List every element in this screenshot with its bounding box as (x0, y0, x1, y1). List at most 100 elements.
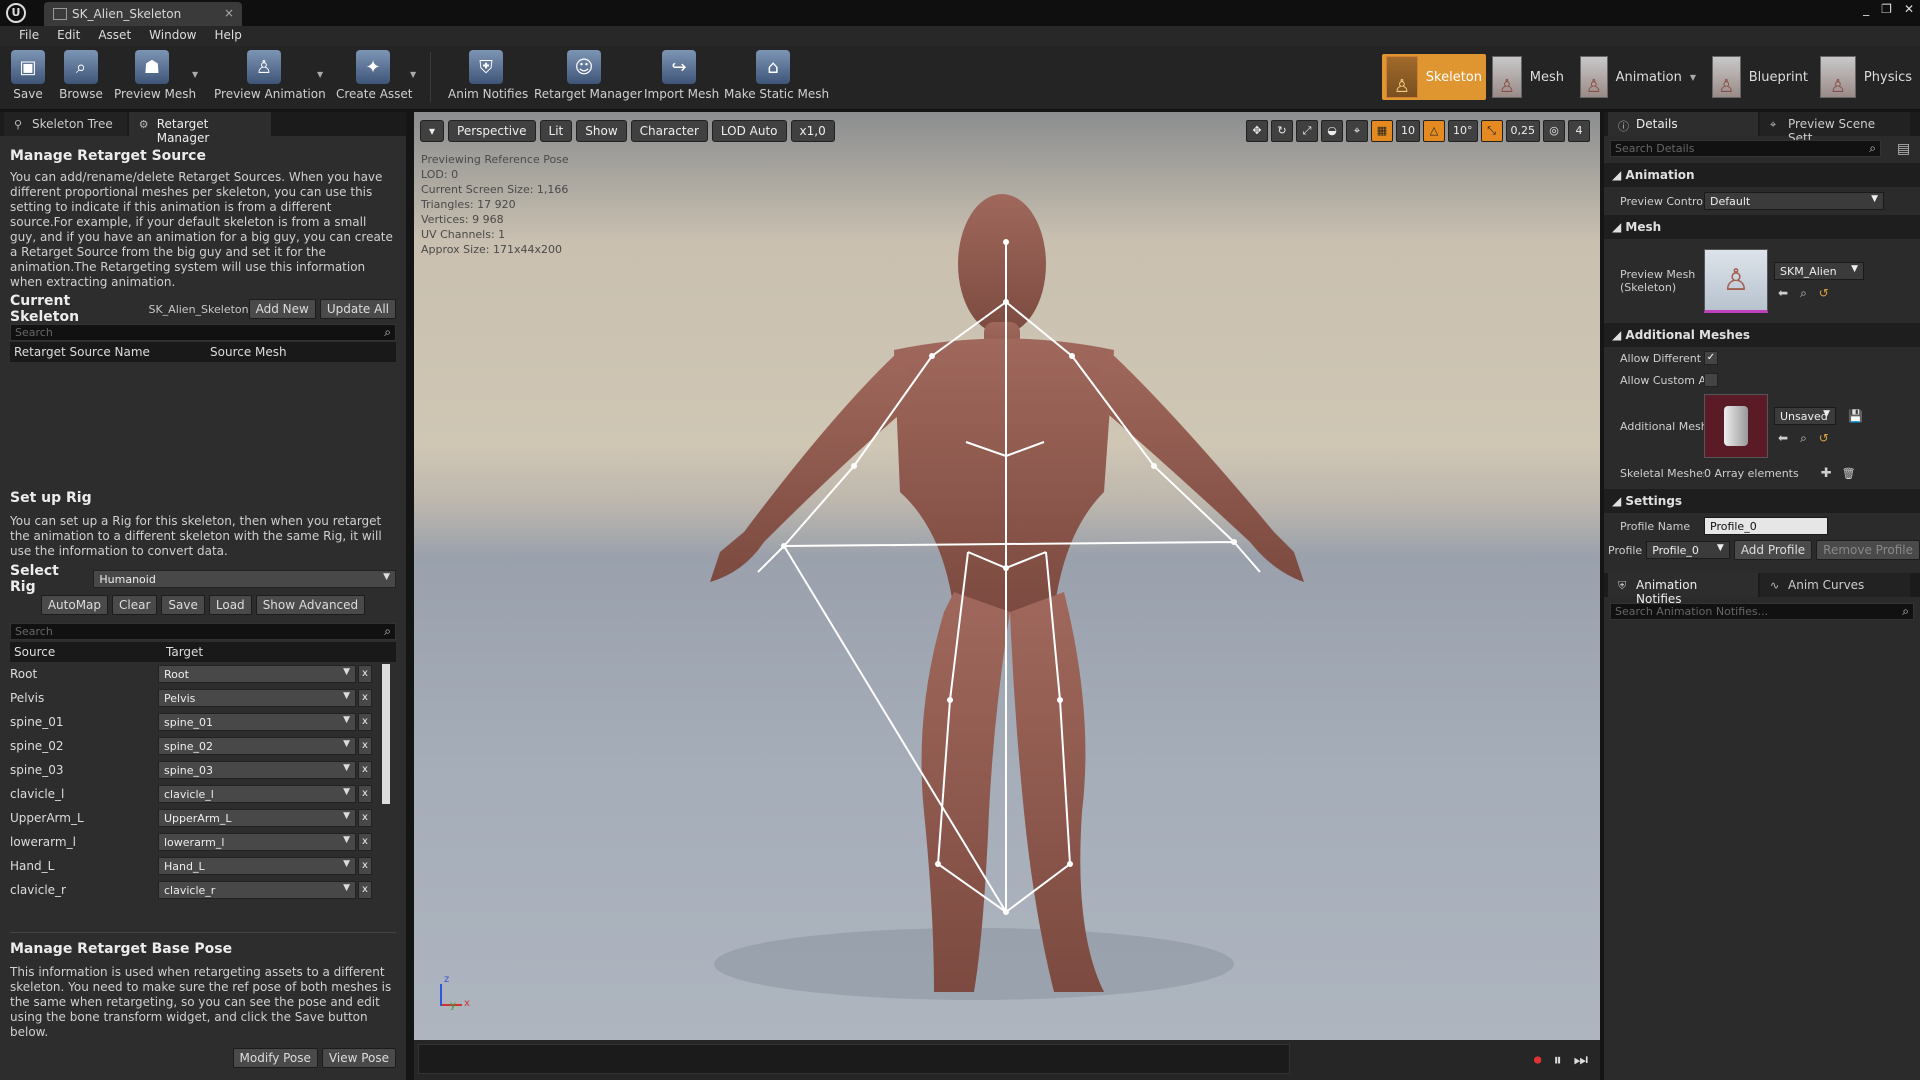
clear-mapping-button[interactable]: x (358, 761, 372, 779)
category-additional-meshes[interactable]: ◢ Additional Meshes (1604, 323, 1920, 347)
preview-mesh-dropdown[interactable]: SKM_Alien ▼ (1774, 261, 1864, 280)
delete-elements-icon[interactable]: 🗑 (1842, 467, 1856, 480)
3d-viewport[interactable]: ▾ Perspective Lit Show Character LOD Aut… (414, 112, 1600, 1040)
preview-mesh-thumbnail[interactable]: ♙ (1704, 249, 1768, 313)
rig-search[interactable]: Search ⌕ (10, 623, 396, 640)
rig-target-dropdown[interactable]: spine_01 ▼ (158, 713, 356, 731)
tab-details[interactable]: ⓘ Details (1608, 112, 1758, 136)
rig-target-dropdown[interactable]: clavicle_r ▼ (158, 881, 356, 899)
retarget-source-search[interactable]: Search ⌕ (10, 324, 396, 341)
use-selected-asset-icon[interactable]: ⬅ (1778, 286, 1788, 300)
tab-skeleton-tree[interactable]: ⚲ Skeleton Tree (4, 112, 127, 136)
save-asset-icon[interactable]: 💾 (1848, 409, 1863, 423)
grid-snap-value[interactable]: 10 (1396, 120, 1420, 142)
browse-asset-icon[interactable]: ⌕ (1800, 286, 1807, 301)
retarget-manager-button[interactable]: ☺ Retarget Manager (534, 50, 642, 106)
viewport-options-button[interactable]: ▾ (420, 120, 445, 142)
category-animation[interactable]: ◢ Animation (1604, 163, 1920, 187)
timeline-scrubber[interactable] (418, 1044, 1290, 1074)
create-asset-button[interactable]: ✦ Create Asset (336, 50, 413, 106)
clear-mapping-button[interactable]: x (358, 689, 372, 707)
rotation-snap-value[interactable]: 10° (1448, 120, 1478, 142)
world-local-icon[interactable]: ◒ (1321, 120, 1343, 142)
lod-button[interactable]: LOD Auto (711, 120, 787, 142)
menu-window[interactable]: Window (140, 26, 205, 46)
camera-speed-value[interactable]: 4 (1568, 120, 1590, 142)
preview-mesh-dropdown-icon[interactable]: ▼ (192, 70, 198, 79)
animation-mode-dropdown-icon[interactable]: ▼ (1690, 73, 1696, 82)
category-settings[interactable]: ◢ Settings (1604, 489, 1920, 513)
menu-edit[interactable]: Edit (48, 26, 89, 46)
preview-animation-button[interactable]: ♙ Preview Animation (214, 50, 326, 106)
translate-icon[interactable]: ✥ (1246, 120, 1268, 142)
view-options-icon[interactable]: ▤ (1897, 141, 1910, 157)
view-pose-button[interactable]: View Pose (321, 1048, 396, 1068)
allow-different-skeletons-checkbox[interactable]: ✓ (1704, 351, 1718, 365)
show-button[interactable]: Show (576, 120, 627, 142)
clear-mapping-button[interactable]: x (358, 809, 372, 827)
rotation-snap-icon[interactable]: △ (1423, 120, 1445, 142)
rig-target-dropdown[interactable]: lowerarm_l ▼ (158, 833, 356, 851)
add-profile-button[interactable]: Add Profile (1733, 540, 1813, 560)
load-rig-button[interactable]: Load (208, 595, 252, 615)
clear-mapping-button[interactable]: x (358, 785, 372, 803)
rig-target-dropdown[interactable]: Pelvis ▼ (158, 689, 356, 707)
automap-button[interactable]: AutoMap (40, 595, 109, 615)
import-mesh-button[interactable]: ↪ Import Mesh (644, 50, 719, 106)
browse-button[interactable]: ⌕ Browse (58, 50, 104, 106)
character-button[interactable]: Character (630, 120, 708, 142)
unreal-logo-icon[interactable]: U (6, 3, 26, 23)
rig-target-dropdown[interactable]: clavicle_l ▼ (158, 785, 356, 803)
browse-asset-icon[interactable]: ⌕ (1800, 431, 1807, 446)
clear-mapping-button[interactable]: x (358, 737, 372, 755)
profile-dropdown[interactable]: Profile_0 ▼ (1646, 541, 1730, 559)
menu-help[interactable]: Help (205, 26, 250, 46)
details-search[interactable]: Search Details ⌕ (1610, 140, 1881, 157)
notifies-search[interactable]: Search Animation Notifies... ⌕ (1610, 603, 1914, 620)
rig-target-dropdown[interactable]: Root ▼ (158, 665, 356, 683)
camera-speed-icon[interactable]: ◎ (1543, 120, 1565, 142)
menu-asset[interactable]: Asset (89, 26, 140, 46)
playback-speed-button[interactable]: x1,0 (790, 120, 835, 142)
scale-snap-icon[interactable]: ⤡ (1480, 120, 1503, 142)
mode-skeleton-button[interactable]: ♙ Skeleton (1382, 54, 1486, 100)
clear-mapping-button[interactable]: x (358, 665, 372, 683)
save-rig-button[interactable]: Save (161, 595, 205, 615)
clear-mapping-button[interactable]: x (358, 833, 372, 851)
select-rig-dropdown[interactable]: Humanoid ▼ (93, 570, 396, 588)
lit-button[interactable]: Lit (539, 120, 573, 142)
category-mesh[interactable]: ◢ Mesh (1604, 215, 1920, 239)
scale-snap-value[interactable]: 0,25 (1505, 120, 1540, 142)
tab-animation-notifies[interactable]: ⛨ Animation Notifies (1608, 573, 1758, 606)
rotate-icon[interactable]: ↻ (1271, 120, 1293, 142)
mode-physics-button[interactable]: ♙ Physics (1816, 54, 1916, 100)
clear-mapping-button[interactable]: x (358, 881, 372, 899)
reset-to-default-icon[interactable]: ↺ (1819, 286, 1829, 300)
grid-snap-icon[interactable]: ▦ (1371, 120, 1393, 142)
preview-animation-dropdown-icon[interactable]: ▼ (317, 70, 323, 79)
show-advanced-button[interactable]: Show Advanced (255, 595, 366, 615)
close-tab-icon[interactable]: × (224, 6, 234, 20)
pause-icon[interactable]: ⏸ (1554, 1050, 1562, 1070)
save-button[interactable]: ▣ Save (10, 50, 46, 106)
update-all-button[interactable]: Update All (319, 299, 396, 319)
mode-mesh-button[interactable]: ♙ Mesh (1488, 54, 1568, 100)
additional-mesh-thumbnail[interactable] (1704, 394, 1768, 458)
rig-target-dropdown[interactable]: spine_03 ▼ (158, 761, 356, 779)
rig-target-dropdown[interactable]: spine_02 ▼ (158, 737, 356, 755)
record-icon[interactable]: ⏺ (1534, 1050, 1542, 1070)
close-window-button[interactable]: ✕ (1904, 2, 1914, 16)
remove-profile-button[interactable]: Remove Profile (1816, 540, 1920, 560)
clear-mapping-button[interactable]: x (358, 857, 372, 875)
create-asset-dropdown-icon[interactable]: ▼ (410, 70, 416, 79)
clear-mapping-button[interactable]: x (358, 713, 372, 731)
tab-preview-scene-settings[interactable]: ⌖ Preview Scene Sett (1760, 112, 1910, 145)
modify-pose-button[interactable]: Modify Pose (232, 1048, 318, 1068)
minimize-button[interactable]: _ (1863, 2, 1869, 16)
reset-to-default-icon[interactable]: ↺ (1819, 431, 1829, 445)
document-tab[interactable]: SK_Alien_Skeleton × (44, 2, 242, 26)
additional-mesh-dropdown[interactable]: Unsaved ▼ (1774, 406, 1836, 425)
make-static-mesh-button[interactable]: ⌂ Make Static Mesh (724, 50, 829, 106)
scale-icon[interactable]: ⤢ (1296, 120, 1318, 142)
mode-animation-button[interactable]: ♙ Animation ▼ (1576, 54, 1700, 100)
